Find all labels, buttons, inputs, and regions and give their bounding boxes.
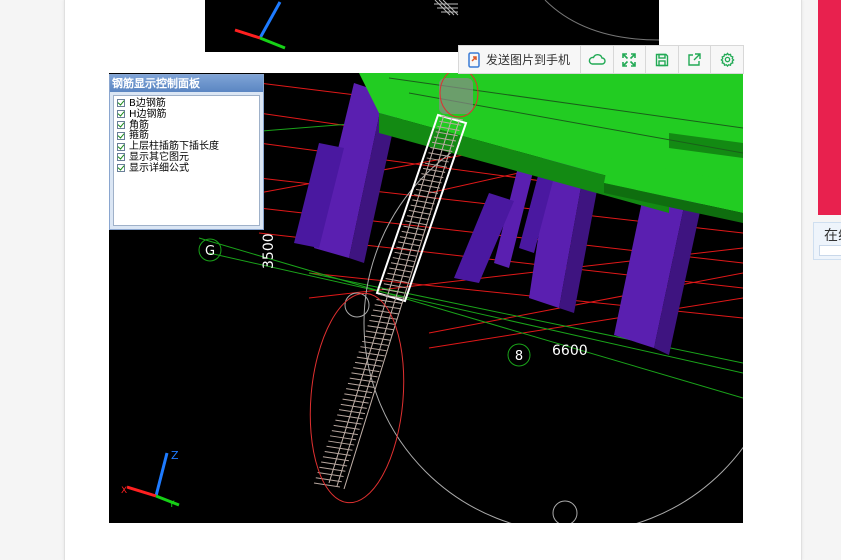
stirrup-line [371, 314, 398, 320]
option-dowel-length[interactable]: 上层柱插筋下插长度 [114, 141, 259, 152]
stirrup-line [389, 267, 412, 273]
settings-icon [720, 52, 735, 67]
checkbox-icon[interactable] [117, 131, 125, 140]
stirrup-line [414, 194, 437, 200]
grid-label-g: G [198, 238, 222, 262]
checkbox-icon[interactable] [117, 110, 125, 119]
stirrup-line [405, 220, 428, 226]
rebar-display-control-panel: 钢筋显示控制面板 B边钢筋 H边钢筋 角筋 箍筋 上层柱插筋下插长度 显示其它图… [109, 74, 264, 230]
stirrup-line [365, 330, 392, 336]
grid-label-g-text: G [205, 244, 215, 259]
save-icon [655, 53, 669, 66]
stirrup-line [394, 251, 417, 257]
stirrup-line [344, 393, 371, 399]
stirrup-line [353, 367, 380, 373]
stirrup-line [390, 262, 414, 268]
stirrup-line [410, 204, 433, 210]
option-label: H边钢筋 [129, 108, 167, 120]
stirrup-line [399, 236, 423, 242]
grid-label-8: 8 [507, 343, 531, 367]
option-label: 角筋 [129, 119, 149, 131]
option-label: 箍筋 [129, 130, 149, 142]
side-widget-label: 在线 [824, 228, 841, 244]
stirrup-line [392, 257, 415, 263]
stirrup-line [374, 304, 401, 310]
side-widget-input[interactable] [819, 245, 841, 256]
send-to-phone-label: 发送图片到手机 [486, 53, 571, 67]
phone-send-icon [468, 51, 480, 68]
settings-button[interactable] [711, 46, 743, 73]
stirrup-line [351, 372, 378, 378]
image-toolbar: 发送图片到手机 [458, 45, 744, 74]
stirrup-line [356, 356, 383, 362]
stirrup-line [398, 241, 421, 247]
option-label: 显示其它图元 [129, 151, 189, 163]
dimension-3500: 3500 [261, 233, 277, 269]
checkbox-icon[interactable] [117, 142, 125, 151]
stirrup-line [315, 477, 342, 483]
checkbox-icon[interactable] [117, 164, 125, 173]
share-icon [688, 53, 701, 66]
stirrup-line [412, 199, 435, 205]
side-accent-bar [818, 0, 841, 215]
cloud-icon [588, 53, 606, 65]
stirrup-line [362, 340, 389, 346]
stirrup-line [347, 382, 375, 388]
stirrup-line [342, 398, 369, 404]
stirrup-line [313, 482, 341, 488]
stirrup-line [383, 283, 406, 289]
grid-label-8-text: 8 [515, 349, 523, 364]
option-show-other-elements[interactable]: 显示其它图元 [114, 152, 259, 163]
panel-title: 钢筋显示控制面板 [110, 75, 263, 92]
dimension-6600: 6600 [552, 343, 588, 359]
stirrup-line [369, 319, 396, 325]
option-label: 上层柱插筋下插长度 [129, 141, 219, 153]
checkbox-icon[interactable] [117, 99, 125, 108]
stirrup-line [363, 335, 391, 341]
option-show-formula[interactable]: 显示详细公式 [114, 163, 259, 174]
option-label: 显示详细公式 [129, 162, 189, 174]
stirrup-line [408, 209, 431, 215]
fullscreen-button[interactable] [614, 46, 647, 73]
option-h-edge-rebar[interactable]: H边钢筋 [114, 109, 259, 120]
share-button[interactable] [679, 46, 712, 73]
stirrup-line [358, 351, 385, 357]
checkbox-icon[interactable] [117, 120, 125, 129]
stirrup-line [406, 215, 430, 221]
send-to-phone-button[interactable]: 发送图片到手机 [459, 46, 582, 73]
checkbox-icon[interactable] [117, 153, 125, 162]
side-widget[interactable]: 在线 [813, 222, 841, 260]
axis-label-x: X [121, 486, 127, 496]
save-button[interactable] [646, 46, 679, 73]
stirrup-line [387, 272, 410, 278]
option-stirrup[interactable]: 箍筋 [114, 130, 259, 141]
option-label: B边钢筋 [129, 97, 166, 109]
cloud-button[interactable] [581, 46, 614, 73]
axis-gizmo: Z X Y [121, 449, 180, 510]
fullscreen-icon [622, 52, 637, 67]
panel-option-list: B边钢筋 H边钢筋 角筋 箍筋 上层柱插筋下插长度 显示其它图元 显示详细公式 [113, 95, 260, 226]
stirrup-line [401, 230, 424, 236]
option-corner-rebar[interactable]: 角筋 [114, 120, 259, 131]
stirrup-line [372, 309, 400, 315]
axis-label-y: Y [168, 500, 175, 510]
stirrup-line [317, 472, 344, 478]
axis-label-z: Z [171, 449, 179, 462]
stirrup-line [346, 388, 373, 394]
option-b-edge-rebar[interactable]: B边钢筋 [114, 98, 259, 109]
stirrup-line [360, 346, 387, 352]
stirrup-line [367, 325, 394, 331]
